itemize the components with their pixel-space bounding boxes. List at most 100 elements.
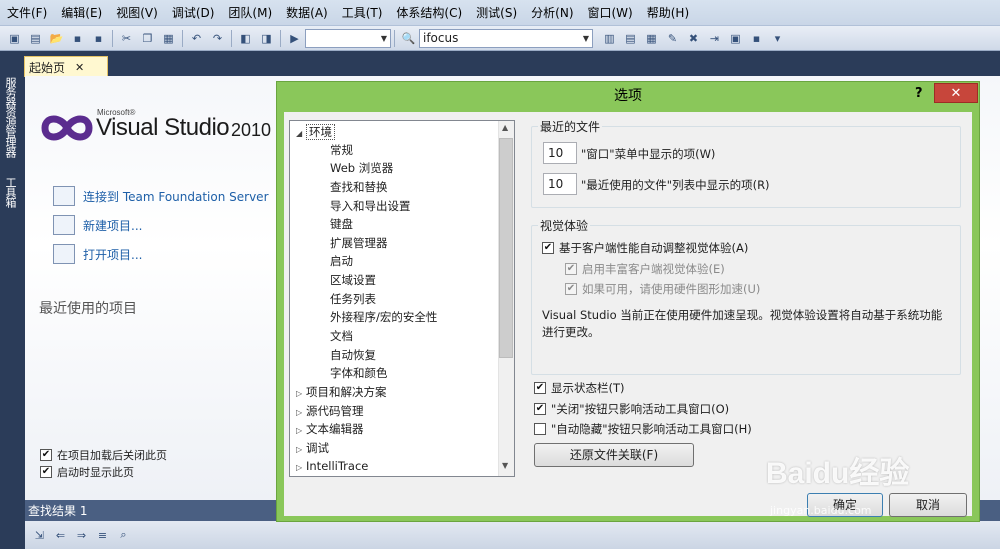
menu-help[interactable]: 帮助(H) — [640, 0, 696, 26]
object-browser-icon[interactable]: ▦ — [643, 30, 660, 47]
cut-icon[interactable]: ✂ — [118, 30, 135, 47]
collapsed-arrow-icon[interactable]: ▷ — [296, 459, 306, 476]
close-icon[interactable]: ✕ — [75, 61, 84, 74]
menu-architecture[interactable]: 体系结构(C) — [389, 0, 469, 26]
properties-icon[interactable]: ▤ — [622, 30, 639, 47]
tree-node-text-editor[interactable]: ▷ 文本编辑器 — [296, 420, 364, 438]
tree-node-locale[interactable]: 区域设置 — [330, 271, 376, 289]
menu-analyze[interactable]: 分析(N) — [524, 0, 580, 26]
open-project-link[interactable]: 打开项目... — [53, 244, 142, 264]
toolbox-tab[interactable]: 工具箱 — [2, 177, 18, 207]
tree-scrollbar[interactable]: ▲ ▼ — [498, 121, 514, 476]
connect-tfs-link[interactable]: 连接到 Team Foundation Server — [53, 186, 269, 206]
open-file-icon[interactable]: 📂 — [48, 30, 65, 47]
checkbox-unchecked[interactable] — [534, 423, 546, 435]
menu-debug[interactable]: 调试(D) — [165, 0, 222, 26]
menu-data[interactable]: 数据(A) — [279, 0, 335, 26]
menu-view[interactable]: 视图(V) — [109, 0, 165, 26]
show-status-bar-checkbox[interactable]: ✔ 显示状态栏(T) — [534, 380, 625, 396]
close-after-load-label: 在项目加载后关闭此页 — [57, 449, 167, 462]
tree-node-intellitrace[interactable]: ▷ IntelliTrace — [296, 457, 368, 475]
menu-team[interactable]: 团队(M) — [221, 0, 279, 26]
tree-node-fonts-colors[interactable]: 字体和颜色 — [330, 364, 388, 382]
close-after-load-checkbox[interactable]: ✔ 在项目加载后关闭此页 — [40, 447, 167, 463]
tree-node-startup[interactable]: 启动 — [330, 252, 353, 270]
extension-manager-icon[interactable]: ✖ — [685, 30, 702, 47]
checkbox-checked[interactable]: ✔ — [40, 449, 52, 461]
mru-count-input[interactable]: 10 — [543, 173, 577, 195]
toolbox-icon[interactable]: ✎ — [664, 30, 681, 47]
window-menu-count-input[interactable]: 10 — [543, 142, 577, 164]
copy-icon[interactable]: ❐ — [139, 30, 156, 47]
start-page-icon[interactable]: ⇥ — [706, 30, 723, 47]
checkbox-checked[interactable]: ✔ — [534, 403, 546, 415]
paste-icon[interactable]: ▦ — [160, 30, 177, 47]
tree-node-find-replace[interactable]: 查找和替换 — [330, 178, 388, 196]
new-project-label: 新建项目... — [83, 218, 143, 233]
auto-adjust-visual-checkbox[interactable]: ✔ 基于客户端性能自动调整视觉体验(A) — [542, 240, 748, 256]
tree-node-task-list[interactable]: 任务列表 — [330, 290, 376, 308]
navigate-backward-icon[interactable]: ◧ — [237, 30, 254, 47]
command-window-icon[interactable]: ▣ — [727, 30, 744, 47]
close-button[interactable]: ✕ — [934, 83, 978, 103]
new-project-icon[interactable]: ▣ — [6, 30, 23, 47]
help-icon[interactable]: ? — [915, 86, 933, 104]
more-tools-icon[interactable]: ▪ — [748, 30, 765, 47]
new-project-link[interactable]: 新建项目... — [53, 215, 142, 235]
scroll-up-icon[interactable]: ▲ — [502, 123, 508, 132]
save-icon[interactable]: ▪ — [69, 30, 86, 47]
undo-icon[interactable]: ↶ — [188, 30, 205, 47]
tree-node-projects-solutions[interactable]: ▷ 项目和解决方案 — [296, 383, 387, 401]
restore-file-associations-button[interactable]: 还原文件关联(F) — [534, 443, 694, 467]
add-item-icon[interactable]: ▤ — [27, 30, 44, 47]
next-result-icon[interactable]: ⇒ — [73, 527, 90, 544]
tree-node-debugging[interactable]: ▷ 调试 — [296, 439, 329, 457]
options-tree[interactable]: ◢ 环境 常规 Web 浏览器 查找和替换 导入和导出设置 键盘 扩展管理器 启动… — [289, 120, 515, 477]
menu-edit[interactable]: 编辑(E) — [54, 0, 109, 26]
checkbox-checked[interactable]: ✔ — [542, 242, 554, 254]
toolbar-overflow-icon[interactable]: ▾ — [769, 30, 786, 47]
close-button-active-label: "关闭"按钮只影响活动工具窗口(O) — [551, 402, 730, 416]
tree-node-documents[interactable]: 文档 — [330, 327, 353, 345]
checkbox-checked[interactable]: ✔ — [534, 382, 546, 394]
menu-bar: 文件(F) 编辑(E) 视图(V) 调试(D) 团队(M) 数据(A) 工具(T… — [0, 0, 1000, 26]
tab-start-page[interactable]: 起始页 ✕ — [24, 56, 108, 77]
checkbox-checked[interactable]: ✔ — [40, 466, 52, 478]
show-status-bar-label: 显示状态栏(T) — [551, 381, 625, 395]
tree-node-keyboard[interactable]: 键盘 — [330, 215, 353, 233]
find-combo[interactable]: ifocus ▼ — [419, 28, 593, 48]
menu-tools[interactable]: 工具(T) — [335, 0, 390, 26]
scrollbar-thumb[interactable] — [499, 138, 513, 358]
collapsed-arrow-icon[interactable]: ▷ — [296, 422, 306, 440]
menu-window[interactable]: 窗口(W) — [581, 0, 640, 26]
navigate-forward-icon[interactable]: ◨ — [258, 30, 275, 47]
go-to-location-icon[interactable]: ⇲ — [31, 527, 48, 544]
autohide-button-active-checkbox[interactable]: "自动隐藏"按钮只影响活动工具窗口(H) — [534, 421, 752, 437]
save-all-icon[interactable]: ▪ — [90, 30, 107, 47]
tree-node-extension-manager[interactable]: 扩展管理器 — [330, 234, 388, 252]
close-button-active-checkbox[interactable]: ✔ "关闭"按钮只影响活动工具窗口(O) — [534, 401, 729, 417]
scroll-down-icon[interactable]: ▼ — [502, 461, 508, 470]
server-explorer-tab[interactable]: 服务器资源管理器 — [2, 77, 18, 157]
show-on-startup-checkbox[interactable]: ✔ 启动时显示此页 — [40, 464, 134, 480]
menu-test[interactable]: 测试(S) — [469, 0, 524, 26]
redo-icon[interactable]: ↷ — [209, 30, 226, 47]
tree-node-source-control[interactable]: ▷ 源代码管理 — [296, 402, 364, 420]
toolbar-separator — [231, 29, 232, 47]
menu-file[interactable]: 文件(F) — [0, 0, 54, 26]
clear-all-icon[interactable]: ≡ — [94, 527, 111, 544]
tree-node-web-browser[interactable]: Web 浏览器 — [330, 159, 393, 177]
solution-explorer-icon[interactable]: ▥ — [601, 30, 618, 47]
tree-node-environment[interactable]: ◢ 环境 — [296, 123, 335, 141]
tree-node-general[interactable]: 常规 — [330, 141, 353, 159]
solution-config-combo[interactable]: ▼ — [305, 28, 391, 48]
find-in-files-icon[interactable]: 🔍 — [400, 30, 417, 47]
tree-node-import-export[interactable]: 导入和导出设置 — [330, 197, 411, 215]
tree-node-autorecover[interactable]: 自动恢复 — [330, 346, 376, 364]
expanded-arrow-icon[interactable]: ◢ — [296, 125, 306, 143]
stop-find-icon[interactable]: ⌕ — [115, 527, 132, 544]
collapsed-arrow-icon[interactable]: ▷ — [296, 385, 306, 403]
start-debugging-icon[interactable]: ▶ — [286, 30, 303, 47]
tree-node-addin-security[interactable]: 外接程序/宏的安全性 — [330, 308, 437, 326]
prev-result-icon[interactable]: ⇐ — [52, 527, 69, 544]
